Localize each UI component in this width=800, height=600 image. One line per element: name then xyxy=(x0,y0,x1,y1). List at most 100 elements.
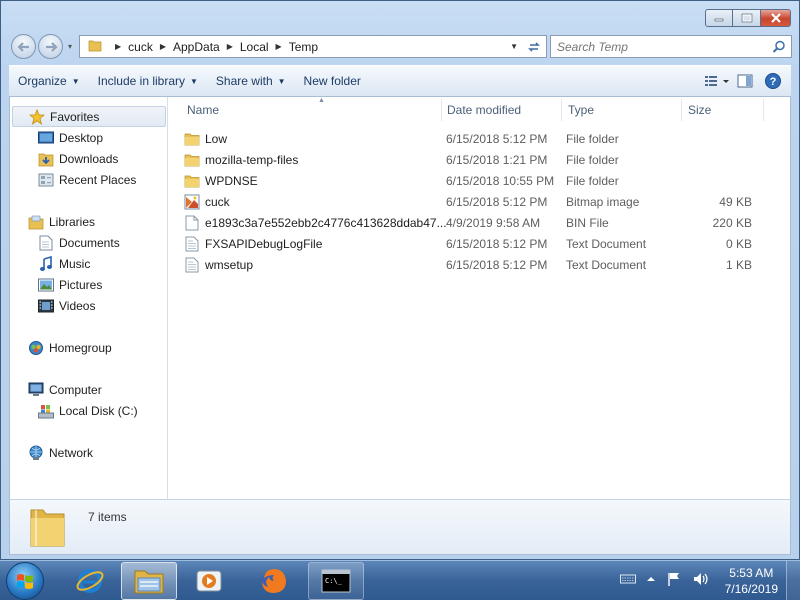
file-type: File folder xyxy=(566,152,619,167)
taskbar: C:\_ 5:53 AM 7/16/2019 xyxy=(0,560,800,600)
local-disk-icon xyxy=(38,403,54,419)
breadcrumb-item[interactable]: Local ▶ xyxy=(240,40,289,54)
taskbar-firefox[interactable] xyxy=(246,562,302,600)
nav-label: Pictures xyxy=(59,277,103,292)
start-button[interactable] xyxy=(6,562,44,600)
media-player-icon xyxy=(196,570,222,592)
star-icon xyxy=(29,108,45,125)
folder-icon xyxy=(88,38,102,55)
organize-menu[interactable]: Organize ▼ xyxy=(9,67,89,95)
table-row[interactable]: Low 6/15/2018 5:12 PM File folder xyxy=(180,128,750,149)
file-size: 220 KB xyxy=(712,215,752,230)
column-header-type[interactable]: Type xyxy=(562,99,682,121)
show-hidden-icons-button[interactable] xyxy=(646,574,656,584)
svg-text:?: ? xyxy=(770,76,777,88)
nav-item-computer[interactable]: Computer xyxy=(28,379,102,400)
file-name: mozilla-temp-files xyxy=(205,152,299,167)
nav-item-desktop[interactable]: Desktop xyxy=(38,127,103,148)
taskbar-command-prompt[interactable]: C:\_ xyxy=(308,562,364,600)
table-row[interactable]: wmsetup 6/15/2018 5:12 PM Text Document … xyxy=(180,254,752,275)
nav-item-network[interactable]: Network xyxy=(28,442,93,463)
file-name: WPDNSE xyxy=(205,173,258,188)
column-label: Name xyxy=(187,103,220,117)
sort-ascending-icon: ▲ xyxy=(318,97,325,104)
chevron-down-icon: ▼ xyxy=(190,76,198,86)
file-list: ▲ Name Date modified Type Size Low 6/15/… xyxy=(168,97,790,499)
forward-button[interactable] xyxy=(38,34,63,59)
keyboard-icon[interactable] xyxy=(620,573,636,585)
bitmap-icon xyxy=(184,194,200,210)
address-dropdown-icon[interactable]: ▼ xyxy=(510,42,518,51)
documents-icon xyxy=(38,235,54,251)
nav-item-recent-places[interactable]: Recent Places xyxy=(38,169,136,190)
breadcrumb-item[interactable]: cuck ▶ xyxy=(128,40,173,54)
nav-item-local-disk[interactable]: Local Disk (C:) xyxy=(38,400,138,421)
nav-item-downloads[interactable]: Downloads xyxy=(38,148,118,169)
include-in-library-label: Include in library xyxy=(97,74,185,88)
libraries-icon xyxy=(28,214,44,230)
column-header-name[interactable]: ▲ Name xyxy=(180,97,442,121)
nav-label: Documents xyxy=(59,235,120,250)
file-type: BIN File xyxy=(566,215,609,230)
file-name-cell: cuck xyxy=(184,191,230,212)
recent-pages-dropdown[interactable]: ▾ xyxy=(65,42,75,51)
close-button[interactable] xyxy=(761,9,791,27)
nav-item-homegroup[interactable]: Homegroup xyxy=(28,337,112,358)
breadcrumb-item[interactable]: Temp xyxy=(289,40,318,54)
table-row[interactable]: WPDNSE 6/15/2018 10:55 PM File folder xyxy=(180,170,750,191)
nav-item-music[interactable]: Music xyxy=(38,253,90,274)
clock-date: 7/16/2019 xyxy=(724,582,778,596)
help-button[interactable]: ? xyxy=(759,69,787,93)
include-in-library-menu[interactable]: Include in library ▼ xyxy=(89,67,207,95)
volume-icon[interactable] xyxy=(692,571,710,587)
table-row[interactable]: cuck 6/15/2018 5:12 PM Bitmap image 49 K… xyxy=(180,191,752,212)
table-row[interactable]: mozilla-temp-files 6/15/2018 1:21 PM Fil… xyxy=(180,149,750,170)
close-icon xyxy=(770,13,781,23)
share-with-menu[interactable]: Share with ▼ xyxy=(207,67,295,95)
nav-item-libraries[interactable]: Libraries xyxy=(28,211,95,232)
new-folder-label: New folder xyxy=(303,74,361,88)
column-header-date[interactable]: Date modified xyxy=(442,99,562,121)
table-row[interactable]: e1893c3a7e552ebb2c4776c413628ddab47... 4… xyxy=(180,212,752,233)
breadcrumb-item[interactable]: AppData ▶ xyxy=(173,40,240,54)
nav-item-videos[interactable]: Videos xyxy=(38,295,95,316)
organize-label: Organize xyxy=(18,74,67,88)
search-icon[interactable] xyxy=(772,40,786,57)
taskbar-windows-explorer[interactable] xyxy=(121,562,177,600)
back-button[interactable] xyxy=(11,34,36,59)
nav-item-documents[interactable]: Documents xyxy=(38,232,120,253)
main-area: Favorites Desktop Downloads Recent Place… xyxy=(9,97,791,499)
file-size xyxy=(680,149,752,170)
nav-item-favorites[interactable]: Favorites xyxy=(12,106,166,127)
nav-item-pictures[interactable]: Pictures xyxy=(38,274,102,295)
back-arrow-icon xyxy=(16,41,29,52)
table-row[interactable]: FXSAPIDebugLogFile 6/15/2018 5:12 PM Tex… xyxy=(180,233,752,254)
change-view-button[interactable] xyxy=(703,69,731,93)
preview-pane-button[interactable] xyxy=(731,69,759,93)
file-date: 6/15/2018 5:12 PM xyxy=(446,257,548,272)
folder-icon xyxy=(28,504,68,553)
clock-time: 5:53 AM xyxy=(729,566,774,580)
minimize-button[interactable] xyxy=(705,9,733,27)
show-desktop-button[interactable] xyxy=(786,561,800,600)
taskbar-internet-explorer[interactable] xyxy=(62,562,118,600)
file-name-cell: mozilla-temp-files xyxy=(184,149,298,170)
file-name-cell: WPDNSE xyxy=(184,170,258,191)
recent-places-icon xyxy=(38,172,54,188)
maximize-button[interactable] xyxy=(733,9,761,27)
command-bar: Organize ▼ Include in library ▼ Share with… xyxy=(9,65,791,97)
address-bar[interactable]: ▶ cuck ▶ AppData ▶ Local ▶ Temp ▼ xyxy=(79,35,525,58)
new-folder-button[interactable]: New folder xyxy=(295,67,370,95)
breadcrumb-sep[interactable]: ▶ xyxy=(108,42,128,51)
nav-label: Music xyxy=(59,256,91,271)
search-box[interactable] xyxy=(550,35,792,58)
taskbar-media-player[interactable] xyxy=(181,562,237,600)
notification-area xyxy=(610,571,710,587)
action-center-flag-icon[interactable] xyxy=(666,571,682,587)
file-size xyxy=(680,128,752,149)
system-clock[interactable]: 5:53 AM 7/16/2019 xyxy=(725,565,778,597)
column-header-size[interactable]: Size xyxy=(682,99,764,121)
search-input[interactable] xyxy=(557,39,767,54)
file-size: 1 KB xyxy=(725,257,752,272)
refresh-button[interactable] xyxy=(521,35,547,58)
